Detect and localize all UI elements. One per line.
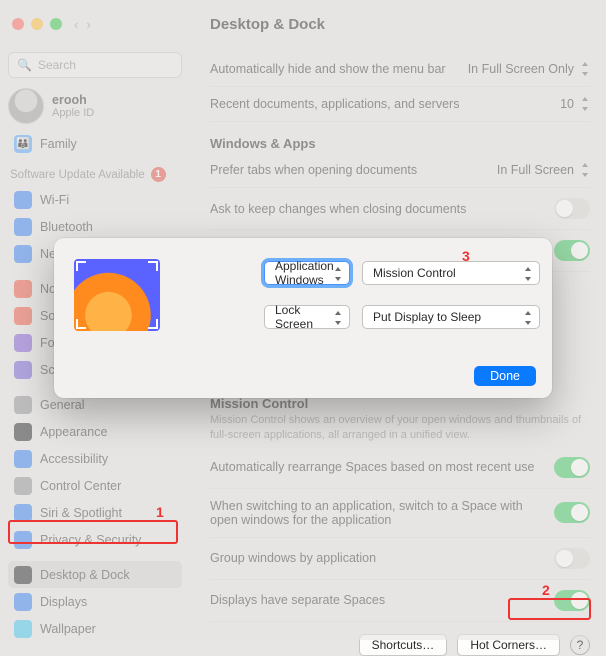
corner-marker-icon: [144, 261, 158, 275]
done-button[interactable]: Done: [474, 366, 536, 386]
chevron-up-down-icon: [523, 311, 533, 325]
chevron-up-down-icon: [333, 267, 343, 281]
corner-marker-icon: [76, 261, 90, 275]
hot-corner-top-right-select[interactable]: Mission Control: [362, 261, 540, 285]
corner-marker-icon: [76, 315, 90, 329]
hot-corner-top-left-select[interactable]: Application Windows: [264, 261, 350, 285]
hot-corners-modal: Application Windows Mission Control Lock…: [54, 238, 552, 398]
hot-corners-preview: [74, 259, 160, 331]
chevron-up-down-icon: [333, 311, 343, 325]
chevron-up-down-icon: [523, 267, 533, 281]
hot-corner-bottom-left-select[interactable]: Lock Screen: [264, 305, 350, 329]
corner-marker-icon: [144, 315, 158, 329]
hot-corner-bottom-right-select[interactable]: Put Display to Sleep: [362, 305, 540, 329]
